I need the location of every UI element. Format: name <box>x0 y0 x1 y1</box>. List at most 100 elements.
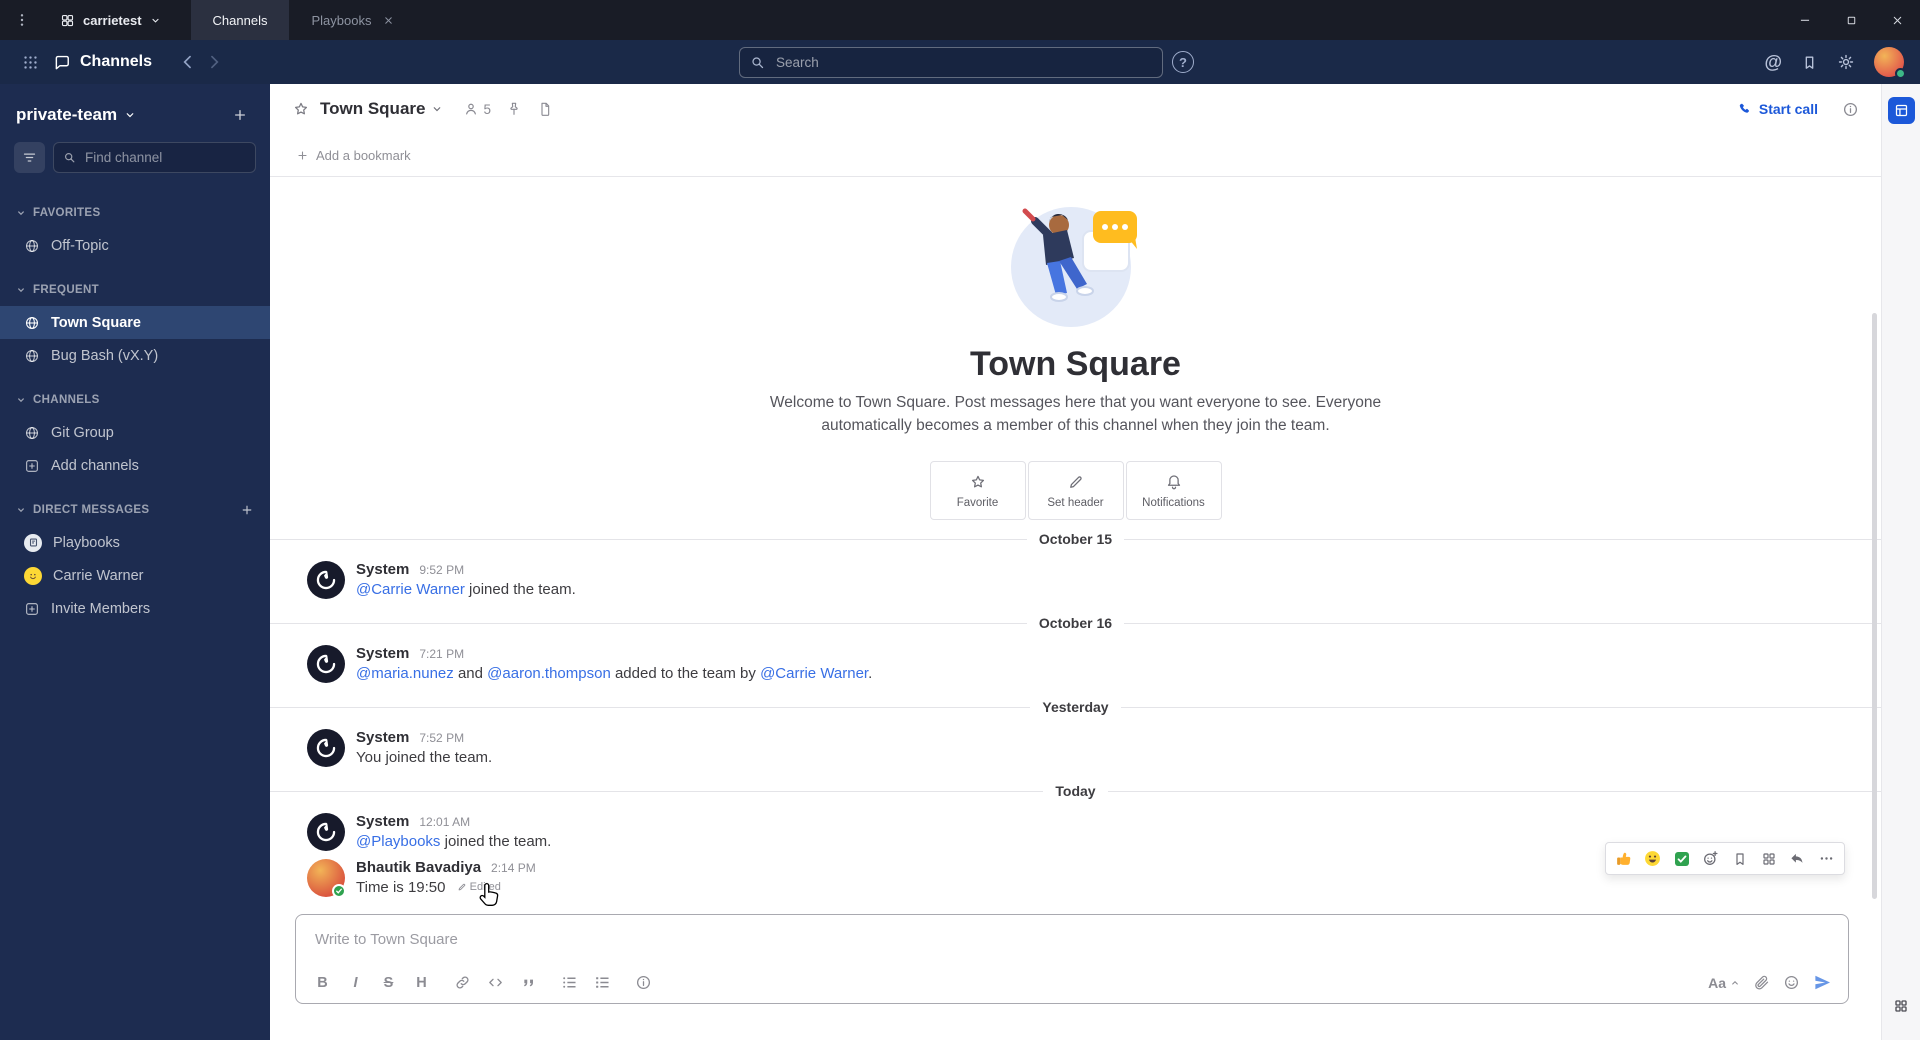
sidebar-item-git-group[interactable]: Git Group <box>0 416 270 449</box>
start-call-button[interactable]: Start call <box>1737 101 1818 117</box>
members-button[interactable]: 5 <box>463 101 491 117</box>
link-icon[interactable] <box>446 968 479 998</box>
bhautik-avatar[interactable] <box>307 859 346 898</box>
code-icon[interactable] <box>479 968 512 998</box>
team-name[interactable]: private-team <box>16 105 117 125</box>
text-formatting-toggle[interactable]: Aa <box>1708 975 1740 991</box>
quick-reaction-check-icon[interactable] <box>1668 845 1695 872</box>
product-grid-icon[interactable] <box>1893 998 1909 1014</box>
attachment-paperclip-icon[interactable] <box>1753 974 1770 991</box>
save-message-icon[interactable] <box>1726 845 1753 872</box>
add-bookmark-plus-icon[interactable] <box>296 149 309 162</box>
message-timestamp[interactable]: 7:21 PM <box>419 647 464 661</box>
message-author[interactable]: Bhautik Bavadiya <box>356 859 481 876</box>
user-message: Bhautik Bavadiya 2:14 PM Time is 19:50 E… <box>270 842 1881 902</box>
channel-files-icon[interactable] <box>537 101 553 117</box>
pinned-posts-icon[interactable] <box>506 101 522 117</box>
sidebar-item-playbooks-dm[interactable]: Playbooks <box>0 526 270 559</box>
add-bookmark-label[interactable]: Add a bookmark <box>316 148 411 163</box>
set-header-button[interactable]: Set header <box>1027 461 1124 520</box>
sidebar-item-bug-bash[interactable]: Bug Bash (vX.Y) <box>0 339 270 372</box>
section-header[interactable]: FAVORITES <box>0 197 270 229</box>
tab-channels[interactable]: Channels <box>190 0 290 40</box>
message-apps-icon[interactable] <box>1755 845 1782 872</box>
favorite-channel-button[interactable]: Favorite <box>929 461 1026 520</box>
composer-input-area[interactable] <box>296 915 1848 962</box>
boards-app-icon[interactable] <box>1887 97 1915 124</box>
channel-name-menu[interactable]: Town Square <box>320 99 443 119</box>
message-timestamp[interactable]: 12:01 AM <box>419 815 470 829</box>
minimize-button[interactable] <box>1782 0 1828 40</box>
message-timestamp[interactable]: 7:52 PM <box>419 731 464 745</box>
settings-gear-icon[interactable] <box>1837 53 1855 71</box>
bold-button[interactable]: B <box>306 968 339 998</box>
chevron-down-icon <box>16 505 26 515</box>
sidebar-item-town-square[interactable]: Town Square <box>0 306 270 339</box>
add-channel-plus-button[interactable] <box>226 101 254 129</box>
quote-icon[interactable] <box>512 968 545 998</box>
message-author[interactable]: System <box>356 645 409 662</box>
app-menu-button[interactable] <box>0 0 44 40</box>
formatting-help-icon[interactable] <box>627 968 660 998</box>
italic-button[interactable]: I <box>339 968 372 998</box>
quick-reaction-smile-icon[interactable] <box>1639 845 1666 872</box>
forward-icon[interactable] <box>204 52 224 72</box>
section-header[interactable]: DIRECT MESSAGES <box>0 494 270 526</box>
reply-icon[interactable] <box>1784 845 1811 872</box>
add-reaction-icon[interactable] <box>1697 845 1724 872</box>
message-author[interactable]: System <box>356 813 409 830</box>
numbered-list-icon[interactable] <box>586 968 619 998</box>
global-header: Channels ? @ <box>0 40 1920 84</box>
mention-link[interactable]: @Playbooks <box>356 833 440 850</box>
product-switcher-button[interactable] <box>14 46 46 78</box>
quick-reaction-thumbsup-icon[interactable] <box>1610 845 1637 872</box>
section-header[interactable]: FREQUENT <box>0 274 270 306</box>
message-timestamp[interactable]: 2:14 PM <box>491 861 536 875</box>
favorite-star-icon[interactable] <box>292 100 310 118</box>
maximize-button[interactable] <box>1828 0 1874 40</box>
mention-link[interactable]: @maria.nunez <box>356 665 454 682</box>
tab-playbooks[interactable]: Playbooks <box>289 0 416 40</box>
message-author[interactable]: System <box>356 561 409 578</box>
strikethrough-button[interactable]: S <box>372 968 405 998</box>
channel-info-icon[interactable] <box>1842 101 1859 118</box>
bullet-list-icon[interactable] <box>553 968 586 998</box>
channel-intro-description: Welcome to Town Square. Post messages he… <box>769 394 1382 434</box>
mentions-icon[interactable]: @ <box>1764 52 1782 73</box>
help-button[interactable]: ? <box>1172 51 1194 73</box>
mention-link[interactable]: @Carrie Warner <box>356 581 465 598</box>
global-search[interactable] <box>739 47 1163 78</box>
filter-icon[interactable] <box>14 142 45 173</box>
mention-link[interactable]: @aaron.thompson <box>487 665 611 682</box>
back-icon[interactable] <box>178 52 198 72</box>
send-message-icon[interactable] <box>1813 973 1832 992</box>
sidebar-item-add-channels[interactable]: Add channels <box>0 449 270 482</box>
find-channel-box[interactable] <box>53 142 256 173</box>
more-actions-icon[interactable] <box>1813 845 1840 872</box>
chevron-down-icon[interactable] <box>124 109 136 121</box>
emoji-picker-icon[interactable] <box>1783 974 1800 991</box>
sidebar-item-off-topic[interactable]: Off-Topic <box>0 229 270 262</box>
close-window-button[interactable] <box>1874 0 1920 40</box>
sidebar-item-invite-members[interactable]: Invite Members <box>0 592 270 625</box>
composer-toolbar: B I S H Aa <box>296 962 1848 1003</box>
message-timestamp[interactable]: 9:52 PM <box>419 563 464 577</box>
heading-button[interactable]: H <box>405 968 438 998</box>
find-channel-input[interactable] <box>83 149 246 166</box>
message-input[interactable] <box>313 930 1831 949</box>
online-check-badge <box>332 884 346 898</box>
scrollbar[interactable] <box>1872 313 1877 899</box>
user-avatar[interactable] <box>1874 47 1906 79</box>
section-header[interactable]: CHANNELS <box>0 384 270 416</box>
close-tab-icon[interactable] <box>383 15 394 26</box>
notifications-button[interactable]: Notifications <box>1125 461 1222 520</box>
message-actions-toolbar <box>1605 842 1845 875</box>
search-input[interactable] <box>774 54 1152 71</box>
message-author[interactable]: System <box>356 729 409 746</box>
saved-posts-icon[interactable] <box>1801 54 1818 71</box>
server-selector[interactable]: carrietest <box>44 13 177 28</box>
date-separator: October 15 <box>270 520 1881 558</box>
add-direct-message-icon[interactable] <box>240 503 254 517</box>
mention-link[interactable]: @Carrie Warner <box>760 665 868 682</box>
sidebar-item-carrie-warner-dm[interactable]: Carrie Warner <box>0 559 270 592</box>
